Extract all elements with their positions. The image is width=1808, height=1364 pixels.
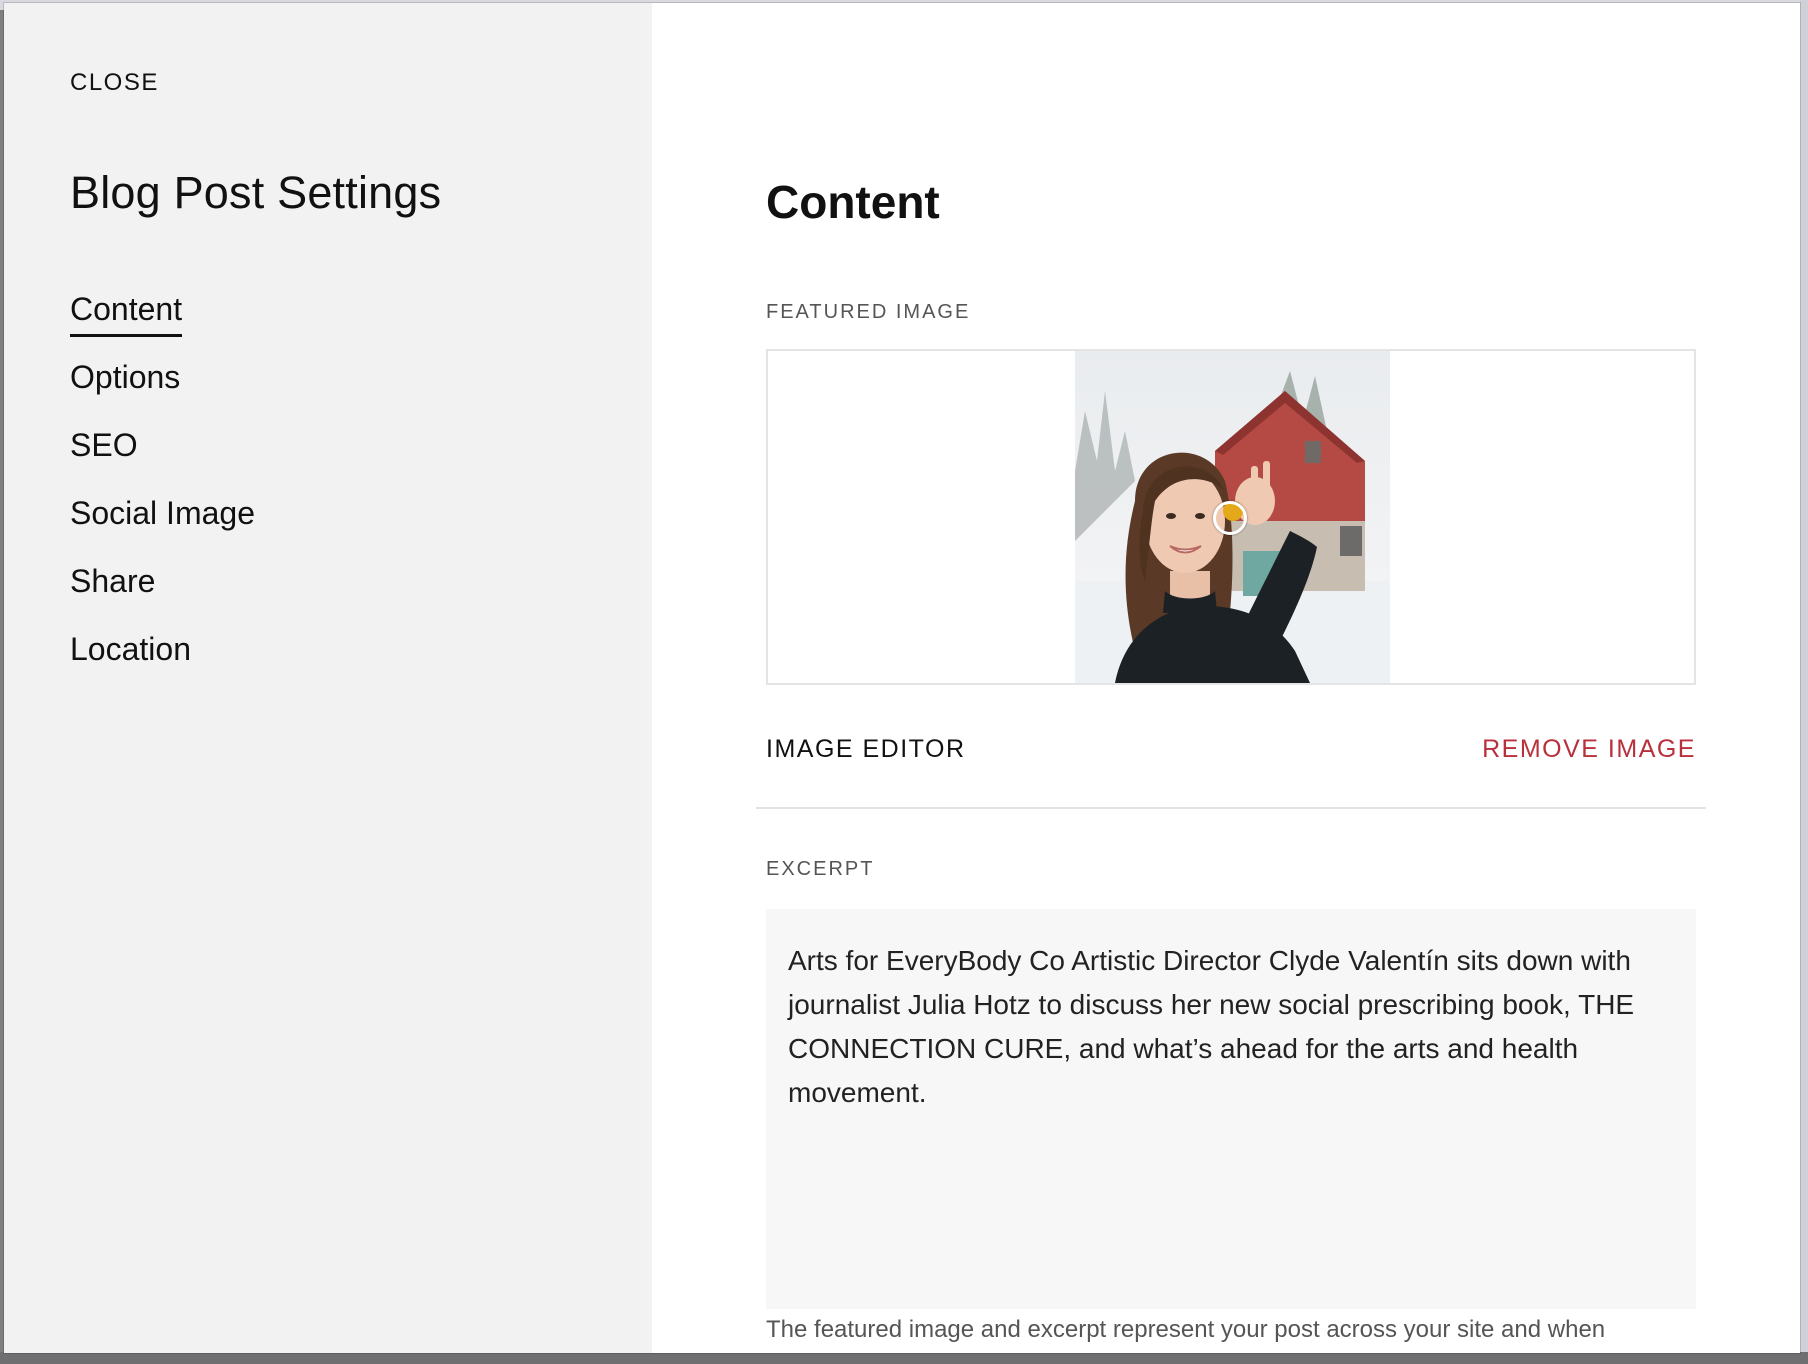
excerpt-label: EXCERPT bbox=[766, 858, 875, 880]
nav-item-label: Social Image bbox=[70, 495, 255, 531]
nav-item-content[interactable]: Content bbox=[70, 291, 255, 359]
settings-main-panel: Content FEATURED IMAGE IMAGE EDITOR REMO… bbox=[652, 3, 1800, 1353]
nav-item-location[interactable]: Location bbox=[70, 631, 255, 699]
backdrop-right bbox=[1800, 0, 1808, 1364]
blog-post-settings-dialog: CLOSE Blog Post Settings Content Options… bbox=[4, 3, 1800, 1353]
image-actions: IMAGE EDITOR REMOVE IMAGE bbox=[766, 735, 1696, 769]
dialog-title: Blog Post Settings bbox=[70, 167, 442, 218]
nav-item-label: SEO bbox=[70, 427, 138, 463]
section-divider bbox=[756, 807, 1706, 809]
nav-item-label: Options bbox=[70, 359, 181, 395]
nav-item-seo[interactable]: SEO bbox=[70, 427, 255, 495]
settings-sidebar: CLOSE Blog Post Settings Content Options… bbox=[4, 3, 652, 1353]
featured-image-label: FEATURED IMAGE bbox=[766, 301, 971, 323]
nav-item-label: Share bbox=[70, 563, 156, 599]
backdrop-bottom bbox=[0, 1352, 1808, 1364]
excerpt-text[interactable]: Arts for EveryBody Co Artistic Director … bbox=[788, 939, 1674, 1115]
featured-image[interactable] bbox=[1075, 351, 1390, 683]
excerpt-help-text: The featured image and excerpt represent… bbox=[766, 1316, 1606, 1343]
panel-title: Content bbox=[766, 176, 940, 228]
settings-nav: Content Options SEO Social Image Share L… bbox=[70, 291, 255, 699]
focal-point-handle[interactable] bbox=[1213, 501, 1247, 535]
remove-image-button[interactable]: REMOVE IMAGE bbox=[1482, 735, 1696, 764]
nav-item-label: Content bbox=[70, 291, 183, 337]
image-editor-button[interactable]: IMAGE EDITOR bbox=[766, 735, 966, 764]
nav-item-options[interactable]: Options bbox=[70, 359, 255, 427]
excerpt-field[interactable]: Arts for EveryBody Co Artistic Director … bbox=[766, 909, 1696, 1309]
nav-item-label: Location bbox=[70, 631, 191, 667]
nav-item-social-image[interactable]: Social Image bbox=[70, 495, 255, 563]
close-button[interactable]: CLOSE bbox=[70, 69, 159, 97]
nav-item-share[interactable]: Share bbox=[70, 563, 255, 631]
featured-image-frame bbox=[766, 349, 1696, 685]
